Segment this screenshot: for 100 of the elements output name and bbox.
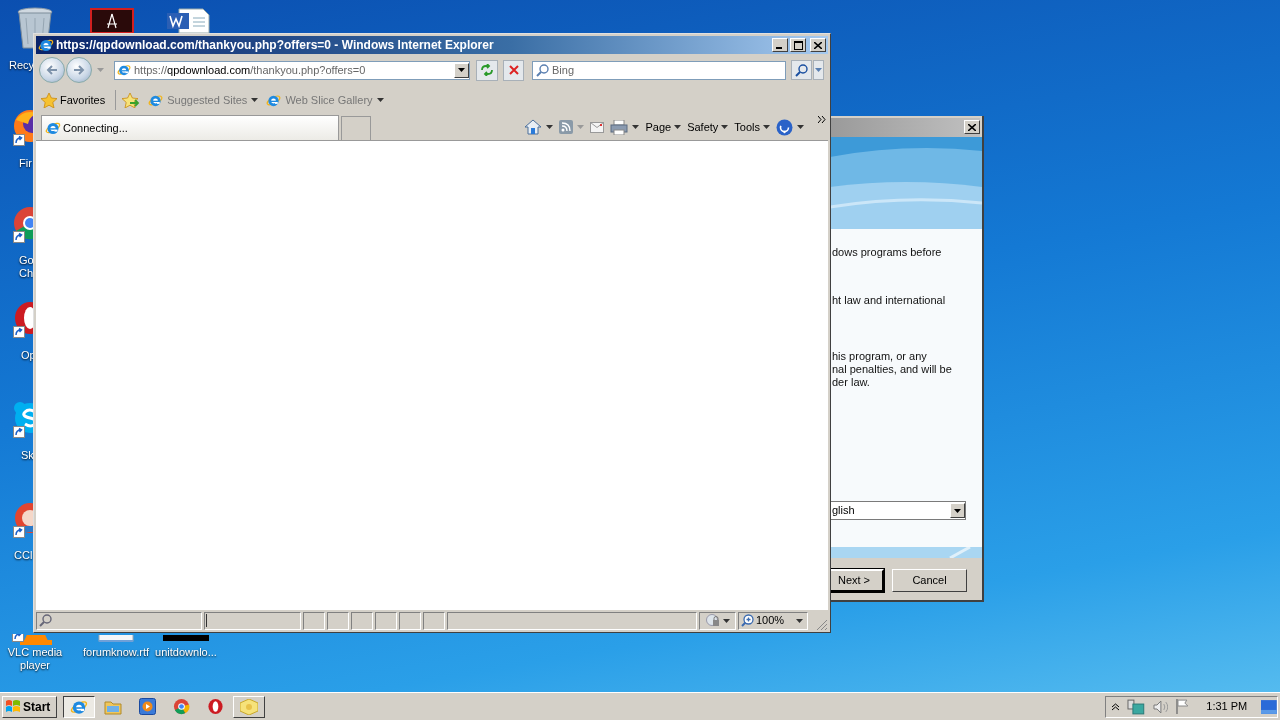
feed-icon	[559, 120, 574, 134]
minimize-button[interactable]	[772, 38, 788, 52]
back-button[interactable]	[39, 57, 65, 83]
search-icon	[39, 614, 52, 627]
caret-icon	[674, 125, 682, 129]
protected-mode-button[interactable]	[699, 611, 736, 630]
menu-button[interactable]: Safety	[687, 118, 729, 136]
print-button[interactable]	[610, 119, 640, 135]
feeds-button[interactable]	[559, 120, 585, 134]
icon-label: VLC media player	[6, 646, 64, 672]
license-text: ht law and international	[832, 294, 946, 307]
status-pane	[375, 611, 397, 630]
status-pane	[351, 611, 373, 630]
refresh-button[interactable]	[476, 59, 498, 81]
document-icon[interactable]	[90, 8, 134, 33]
package-icon	[240, 698, 258, 715]
e-icon	[117, 63, 131, 77]
caret-icon	[251, 98, 259, 102]
caret-icon	[954, 508, 961, 513]
caret-icon	[458, 68, 465, 72]
globe-lock-icon	[705, 614, 720, 627]
icon-label: CCl	[14, 549, 33, 562]
maximize-button[interactable]	[790, 38, 806, 52]
star-arrow-icon	[122, 92, 141, 108]
dialog-button[interactable]: Next >	[830, 569, 884, 592]
search-icon	[536, 63, 549, 77]
mail-button[interactable]	[590, 121, 605, 133]
stop-icon	[508, 65, 519, 75]
e-icon	[38, 37, 54, 53]
show-hidden-icons-button[interactable]	[1112, 702, 1119, 711]
forward-button[interactable]	[66, 57, 92, 83]
traffic-cone-icon[interactable]	[18, 635, 54, 645]
envelope-icon	[590, 121, 605, 133]
caret-icon	[722, 618, 730, 623]
resize-grip-icon	[816, 619, 828, 631]
chevron-icon	[818, 116, 826, 123]
shortcut-arrow-icon	[13, 231, 25, 243]
play-icon	[138, 698, 156, 715]
status-pane	[423, 611, 445, 630]
help-icon	[776, 118, 793, 136]
language-dropdown[interactable]: glish	[830, 501, 966, 520]
stop-button[interactable]	[503, 59, 524, 81]
menu-button[interactable]: Tools	[734, 118, 770, 136]
status-pane	[303, 611, 325, 630]
status-pane	[327, 611, 349, 630]
maximize-icon	[793, 40, 803, 50]
search-options-dropdown[interactable]	[813, 60, 824, 80]
help-button[interactable]	[776, 118, 804, 136]
star-icon	[41, 92, 57, 108]
window-title: https://qpdownload.com/thankyou.php?offers=0 - Windows Internet Explorer	[56, 37, 494, 54]
shortcut-arrow-icon	[13, 326, 25, 338]
ring-icon	[206, 698, 224, 715]
zoom-button[interactable]: 100%	[738, 611, 808, 630]
more-commands-button[interactable]	[818, 116, 826, 123]
menu-button[interactable]: Page	[645, 118, 682, 136]
caret-icon	[632, 125, 640, 129]
add-favorite-button[interactable]	[122, 92, 141, 108]
icon-label: forumknow.rtf	[82, 646, 150, 659]
caret-icon	[96, 68, 104, 72]
icon-label: unitdownlo...	[154, 646, 218, 659]
flag-icon[interactable]	[1176, 699, 1191, 714]
caret-icon	[376, 98, 384, 102]
close-button[interactable]	[964, 120, 980, 134]
address-field[interactable]: https://qpdownload.com/thankyou.php?offers=0	[114, 60, 470, 80]
folder-icon	[104, 698, 122, 715]
document-icon[interactable]	[165, 8, 211, 33]
zoom-in-icon	[741, 614, 754, 627]
browser-tab[interactable]: Connecting...	[41, 115, 339, 140]
network-icon[interactable]	[1127, 698, 1145, 715]
caret-icon	[721, 125, 729, 129]
close-icon	[814, 41, 822, 49]
home-button[interactable]	[524, 119, 554, 135]
back-arrow-icon	[46, 65, 58, 75]
license-text: his program, or any nal penalties, and will be der law.	[832, 350, 952, 389]
forward-arrow-icon	[73, 65, 85, 75]
caret-icon	[797, 125, 804, 129]
search-icon	[795, 63, 808, 77]
address-dropdown[interactable]	[454, 62, 469, 78]
close-button[interactable]	[810, 38, 826, 52]
caret-icon	[763, 125, 770, 129]
search-field[interactable]: Bing	[532, 60, 786, 80]
start-button[interactable]: Start	[2, 695, 57, 718]
home-icon	[524, 119, 543, 135]
license-text: dows programs before	[832, 246, 942, 259]
dialog-button[interactable]: Cancel	[892, 569, 967, 592]
speaker-icon[interactable]	[1152, 699, 1169, 714]
caret-icon	[546, 125, 554, 129]
taskbar-button[interactable]	[63, 695, 95, 718]
clock[interactable]: 1:31 PM	[1206, 698, 1248, 715]
chrome-circle-icon	[172, 698, 190, 715]
favorites-button[interactable]: Favorites	[41, 91, 106, 109]
icon-label: Sk	[21, 449, 34, 462]
shortcut-arrow-icon	[13, 134, 25, 146]
url-text: https://qpdownload.com/thankyou.php?offers=0	[134, 62, 367, 78]
refresh-icon	[480, 64, 494, 76]
search-button[interactable]	[791, 60, 812, 80]
show-desktop-icon[interactable]	[1261, 699, 1277, 714]
status-pane	[399, 611, 421, 630]
shortcut-arrow-icon	[13, 426, 25, 438]
shortcut-arrow-icon	[12, 634, 24, 642]
